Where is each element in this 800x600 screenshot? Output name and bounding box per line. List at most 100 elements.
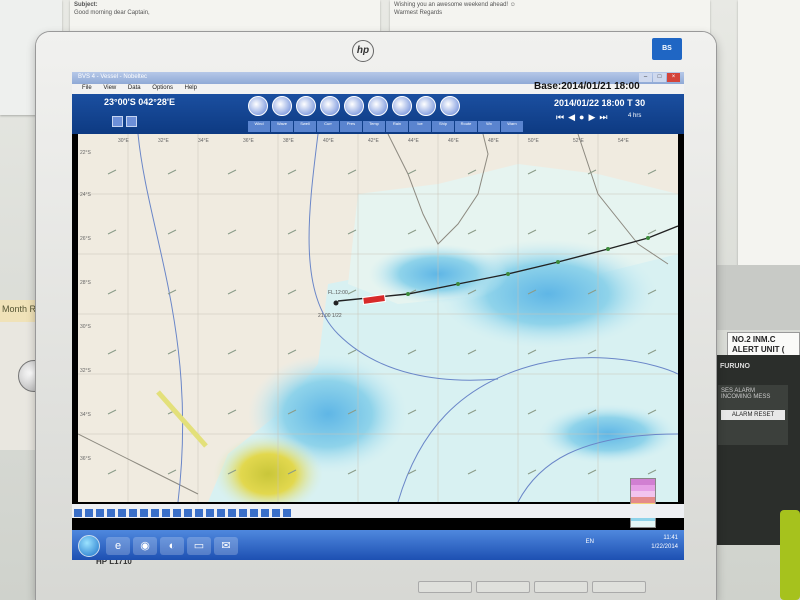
wind-layer-icon[interactable] [248, 96, 268, 116]
svg-text:46°E: 46°E [448, 138, 460, 144]
menu-data[interactable]: Data [128, 85, 141, 91]
layer-label[interactable]: Route [455, 121, 477, 132]
pressure-layer-icon[interactable] [344, 96, 364, 116]
minimize-icon[interactable]: – [639, 73, 652, 82]
clock-time: 11:41 [663, 535, 678, 541]
menu-view[interactable]: View [103, 85, 116, 91]
ie-icon[interactable]: e [106, 537, 130, 555]
layer-label[interactable]: Wave [271, 121, 293, 132]
folder-icon[interactable]: ▭ [187, 537, 211, 555]
monitor-button[interactable] [592, 581, 646, 593]
close-icon[interactable]: × [667, 73, 680, 82]
timeline-button[interactable] [74, 509, 82, 517]
green-object [780, 510, 800, 600]
system-clock[interactable]: 11:41 1/22/2014 [651, 534, 678, 552]
svg-text:38°E: 38°E [283, 138, 295, 144]
timeline-button[interactable] [272, 509, 280, 517]
main-toolbar: Base:2014/01/21 18:00 23°00'S 042°28'E W… [72, 81, 684, 134]
svg-text:30°S: 30°S [80, 324, 92, 330]
timeline-button[interactable] [173, 509, 181, 517]
zoom-in-button[interactable] [112, 116, 123, 127]
furuno-brand: FURUNO [720, 363, 750, 370]
layer-label[interactable]: Rain [386, 121, 408, 132]
temp-layer-icon[interactable] [368, 96, 388, 116]
current-layer-icon[interactable] [320, 96, 340, 116]
app-icon[interactable]: ✉ [214, 537, 238, 555]
layer-label[interactable]: Temp [363, 121, 385, 132]
ship-layer-icon[interactable] [440, 96, 460, 116]
timeline-button[interactable] [151, 509, 159, 517]
alert-sign-line1: NO.2 INM.C [732, 335, 776, 344]
timeline-button[interactable] [118, 509, 126, 517]
alarm-panel-text: SES ALARM INCOMING MESS [721, 388, 771, 400]
timeline-button[interactable] [206, 509, 214, 517]
timeline-button[interactable] [184, 509, 192, 517]
timeline-button[interactable] [250, 509, 258, 517]
layer-label[interactable]: Swell [294, 121, 316, 132]
timeline-button[interactable] [261, 509, 269, 517]
alarm-panel: SES ALARM INCOMING MESS ALARM RESET [718, 385, 788, 445]
email-greeting: Good morning dear Captain, [74, 10, 150, 16]
app-icon[interactable]: ◐ [160, 537, 184, 555]
timeline-button[interactable] [96, 509, 104, 517]
timeline-button[interactable] [140, 509, 148, 517]
menu-options[interactable]: Options [152, 85, 173, 91]
timeline-button[interactable] [228, 509, 236, 517]
timeline-button[interactable] [107, 509, 115, 517]
start-button[interactable] [78, 535, 100, 557]
timeline-button[interactable] [129, 509, 137, 517]
layer-label[interactable]: Warn [501, 121, 523, 132]
timeline-button[interactable] [162, 509, 170, 517]
maximize-icon[interactable]: □ [653, 73, 666, 82]
svg-text:24°S: 24°S [80, 192, 92, 198]
email-subject-label: Subject: [74, 2, 98, 8]
layer-label[interactable]: Ship [432, 121, 454, 132]
monitor-button[interactable] [476, 581, 530, 593]
layer-label[interactable]: Ice [409, 121, 431, 132]
inmarsat-alert-sign: NO.2 INM.C ALERT UNIT ( [727, 332, 800, 356]
app-icon[interactable]: ◉ [133, 537, 157, 555]
step-forward-icon[interactable]: ▶ [588, 112, 595, 122]
svg-text:36°S: 36°S [80, 456, 92, 462]
monitor-button[interactable] [418, 581, 472, 593]
layer-label[interactable]: Pres [340, 121, 362, 132]
taskbar-apps: e ◉ ◐ ▭ ✉ [106, 536, 241, 555]
menu-file[interactable]: File [82, 85, 92, 91]
timeline-button[interactable] [239, 509, 247, 517]
menu-help[interactable]: Help [185, 85, 197, 91]
svg-text:40°E: 40°E [323, 138, 335, 144]
weather-map[interactable]: FL.12:00 21:00 1/22 30°E 32°E 34°E 36°E … [78, 134, 678, 502]
ice-layer-icon[interactable] [416, 96, 436, 116]
monitor-sticker: BS [652, 38, 682, 60]
timeline-button[interactable] [195, 509, 203, 517]
rain-layer-icon[interactable] [392, 96, 412, 116]
layer-label[interactable]: Wind [248, 121, 270, 132]
right-cabinet [715, 265, 800, 330]
monitor-button[interactable] [534, 581, 588, 593]
base-time: Base:2014/01/21 18:00 [534, 81, 640, 92]
skip-back-icon[interactable]: ⏮ [556, 112, 564, 122]
hp-logo: hp [352, 40, 374, 62]
skip-forward-icon[interactable]: ⏭ [599, 112, 607, 122]
svg-text:42°E: 42°E [368, 138, 380, 144]
zoom-out-button[interactable] [126, 116, 137, 127]
timeline-button[interactable] [85, 509, 93, 517]
swell-layer-icon[interactable] [296, 96, 316, 116]
time-step[interactable]: 4 hrs [628, 113, 641, 119]
layer-label[interactable]: Curr [317, 121, 339, 132]
svg-text:36°E: 36°E [243, 138, 255, 144]
play-icon[interactable]: ● [579, 112, 584, 122]
svg-text:34°E: 34°E [198, 138, 210, 144]
step-back-icon[interactable]: ◀ [568, 112, 575, 122]
monitor-buttons [418, 580, 668, 594]
alert-sign-line2: ALERT UNIT ( [732, 345, 785, 354]
color-scale-legend [630, 478, 656, 528]
layer-label[interactable]: Wx [478, 121, 500, 132]
map-canvas[interactable]: FL.12:00 21:00 1/22 30°E 32°E 34°E 36°E … [78, 134, 678, 502]
timeline-button[interactable] [217, 509, 225, 517]
timeline-button[interactable] [283, 509, 291, 517]
wave-layer-icon[interactable] [272, 96, 292, 116]
alarm-reset-button[interactable]: ALARM RESET [721, 410, 785, 420]
timeline-toolbar [72, 504, 684, 518]
language-indicator[interactable]: EN [586, 539, 594, 545]
